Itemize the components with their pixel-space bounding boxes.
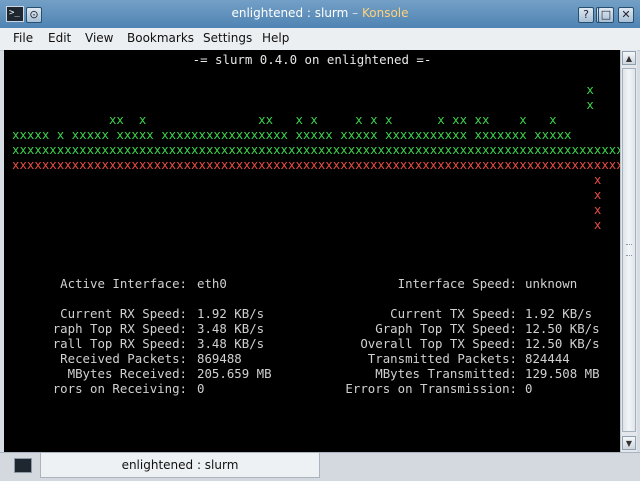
window-titlebar[interactable]: >_ ⊙ enlightened : slurm – Konsole ? _ □… bbox=[0, 0, 640, 29]
menu-settings[interactable]: Settings bbox=[203, 31, 252, 45]
grip-icon bbox=[626, 244, 632, 256]
scroll-down-arrow-icon[interactable]: ▼ bbox=[622, 436, 636, 450]
menu-view[interactable]: View bbox=[85, 31, 113, 45]
window-title: enlightened : slurm – Konsole bbox=[231, 6, 409, 20]
tx-errors-value: 0 bbox=[525, 381, 533, 396]
graph-row-red: x bbox=[12, 187, 602, 202]
rx-packets-label: Received Packets: bbox=[60, 351, 187, 366]
tx-overall-top-label: Overall Top TX Speed: bbox=[360, 336, 517, 351]
terminal-view[interactable]: -= slurm 0.4.0 on enlightened =- x x xx … bbox=[4, 50, 620, 452]
tx-current-label: Current TX Speed: bbox=[390, 306, 517, 321]
graph-row-red: xxxxxxxxxxxxxxxxxxxxxxxxxxxxxxxxxxxxxxxx… bbox=[12, 157, 620, 172]
rx-errors-value: 0 bbox=[197, 381, 205, 396]
graph-row-green: xxxxx x xxxxx xxxxx xxxxxxxxxxxxxxxxx xx… bbox=[12, 127, 572, 142]
scroll-up-arrow-icon[interactable]: ▲ bbox=[622, 51, 636, 65]
interface-speed-value: unknown bbox=[525, 276, 578, 291]
tx-graph-top-label: Graph Top TX Speed: bbox=[375, 321, 517, 336]
terminal-scrollbar[interactable]: ▲ ▼ bbox=[620, 50, 637, 452]
rx-packets-value: 869488 bbox=[197, 351, 242, 366]
rx-overall-top-value: 3.48 KB/s bbox=[197, 336, 265, 351]
rx-overall-top-label: rall Top RX Speed: bbox=[52, 336, 187, 351]
graph-row-red: x bbox=[12, 172, 602, 187]
graph-row-red: x bbox=[12, 217, 602, 232]
menu-bookmarks[interactable]: Bookmarks bbox=[127, 31, 194, 45]
scrollbar-thumb[interactable] bbox=[622, 68, 636, 432]
interface-speed-label: Interface Speed: bbox=[397, 276, 517, 291]
maximize-button[interactable]: □ bbox=[598, 7, 614, 23]
graph-row-green: x x bbox=[586, 97, 594, 112]
graph-row-green: xx x xx x x x x x x xx xx x x x x bbox=[12, 112, 620, 127]
rx-current-value: 1.92 KB/s bbox=[197, 306, 265, 321]
session-tabbar: enlightened : slurm bbox=[0, 452, 640, 481]
menu-edit[interactable]: Edit bbox=[48, 31, 71, 45]
tx-mbytes-label: MBytes Transmitted: bbox=[375, 366, 517, 381]
active-interface-value: eth0 bbox=[197, 276, 227, 291]
slurm-header: -= slurm 0.4.0 on enlightened =- bbox=[192, 52, 432, 67]
graph-row-green: xxxxxxxxxxxxxxxxxxxxxxxxxxxxxxxxxxxxxxxx… bbox=[12, 142, 620, 157]
tx-packets-label: Transmitted Packets: bbox=[367, 351, 517, 366]
session-tab[interactable]: enlightened : slurm bbox=[40, 453, 320, 478]
tx-errors-label: Errors on Transmission: bbox=[345, 381, 517, 396]
new-tab-terminal-icon[interactable] bbox=[14, 458, 32, 473]
menu-help[interactable]: Help bbox=[262, 31, 289, 45]
rx-current-label: Current RX Speed: bbox=[60, 306, 187, 321]
menubar: File Edit View Bookmarks Settings Help bbox=[0, 28, 640, 51]
graph-row-red: x bbox=[12, 202, 602, 217]
graph-row-green: x bbox=[12, 82, 594, 97]
tx-mbytes-value: 129.508 MB bbox=[525, 366, 600, 381]
tx-graph-top-value: 12.50 KB/s bbox=[525, 321, 600, 336]
active-interface-label: Active Interface: bbox=[60, 276, 187, 291]
tx-overall-top-value: 12.50 KB/s bbox=[525, 336, 600, 351]
traffic-graph: x x x xx x xx x x x x x x xx xx x x x xx… bbox=[12, 82, 620, 282]
rx-graph-top-label: raph Top RX Speed: bbox=[52, 321, 187, 336]
tx-current-value: 1.92 KB/s bbox=[525, 306, 593, 321]
tx-packets-value: 824444 bbox=[525, 351, 570, 366]
help-button[interactable]: ? bbox=[578, 7, 594, 23]
menu-file[interactable]: File bbox=[13, 31, 33, 45]
rx-mbytes-value: 205.659 MB bbox=[197, 366, 272, 381]
rx-mbytes-label: MBytes Received: bbox=[67, 366, 187, 381]
session-tab-label: enlightened : slurm bbox=[121, 458, 239, 472]
rx-errors-label: rors on Receiving: bbox=[52, 381, 187, 396]
close-button[interactable]: ✕ bbox=[618, 7, 634, 23]
rx-graph-top-value: 3.48 KB/s bbox=[197, 321, 265, 336]
